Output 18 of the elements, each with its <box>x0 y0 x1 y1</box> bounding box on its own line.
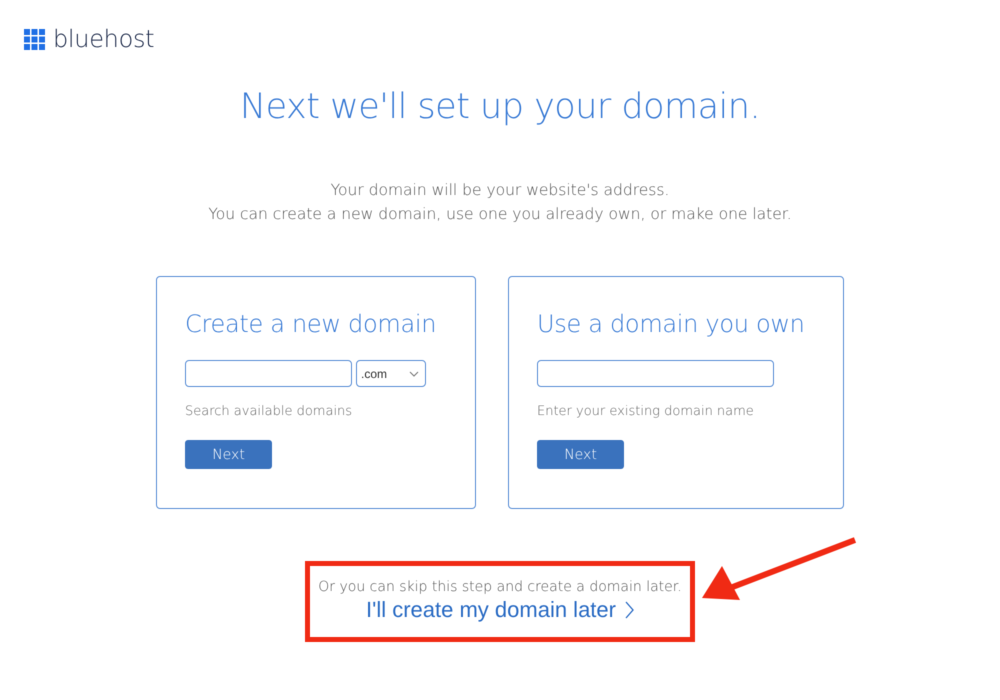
field-hint: Enter your existing domain name <box>537 404 755 419</box>
extension-dropdown[interactable]: .com <box>356 360 426 387</box>
intro-text: You can create a new domain, use one you already own, or make one later. <box>208 204 792 225</box>
page-heading: Next we'll set up your domain. <box>240 86 760 129</box>
logo-text: bluehost <box>53 28 154 50</box>
chevron-right-icon <box>624 601 634 619</box>
card-title: Create a new domain <box>185 309 438 340</box>
next-button[interactable]: Next <box>537 440 624 469</box>
intro-text: Your domain will be your website's address. <box>330 180 670 201</box>
domain-input-field[interactable] <box>185 360 352 387</box>
next-button[interactable]: Next <box>185 440 272 469</box>
skip-text: Or you can skip this step and create a domain later. <box>318 579 682 595</box>
card-title: Use a domain you own <box>537 309 806 340</box>
create-later-link[interactable]: I'll create my domain later <box>366 597 634 623</box>
domain-input-field[interactable] <box>537 360 774 387</box>
grid-logo-icon <box>24 28 45 50</box>
field-hint: Search available domains <box>185 404 354 419</box>
chevron-down-icon <box>409 370 419 376</box>
